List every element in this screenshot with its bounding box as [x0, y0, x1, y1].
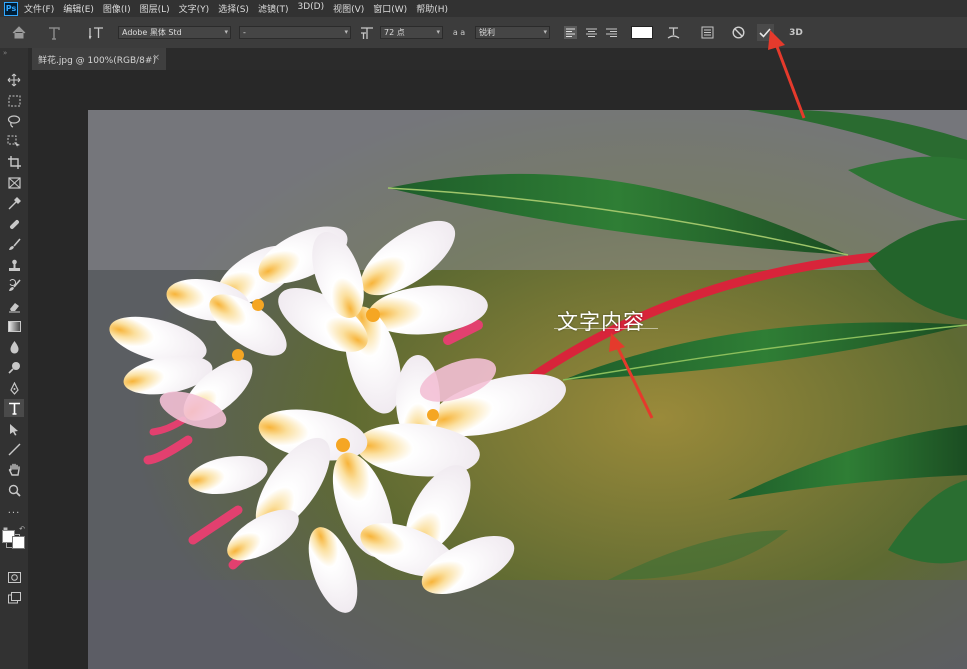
arrow-to-commit-icon-head: [768, 30, 785, 50]
annotation-arrows: [609, 30, 806, 419]
arrow-to-commit-icon: [774, 43, 806, 119]
arrow-to-canvas-text: [615, 345, 654, 419]
arrow-to-canvas-text-head: [609, 333, 625, 352]
